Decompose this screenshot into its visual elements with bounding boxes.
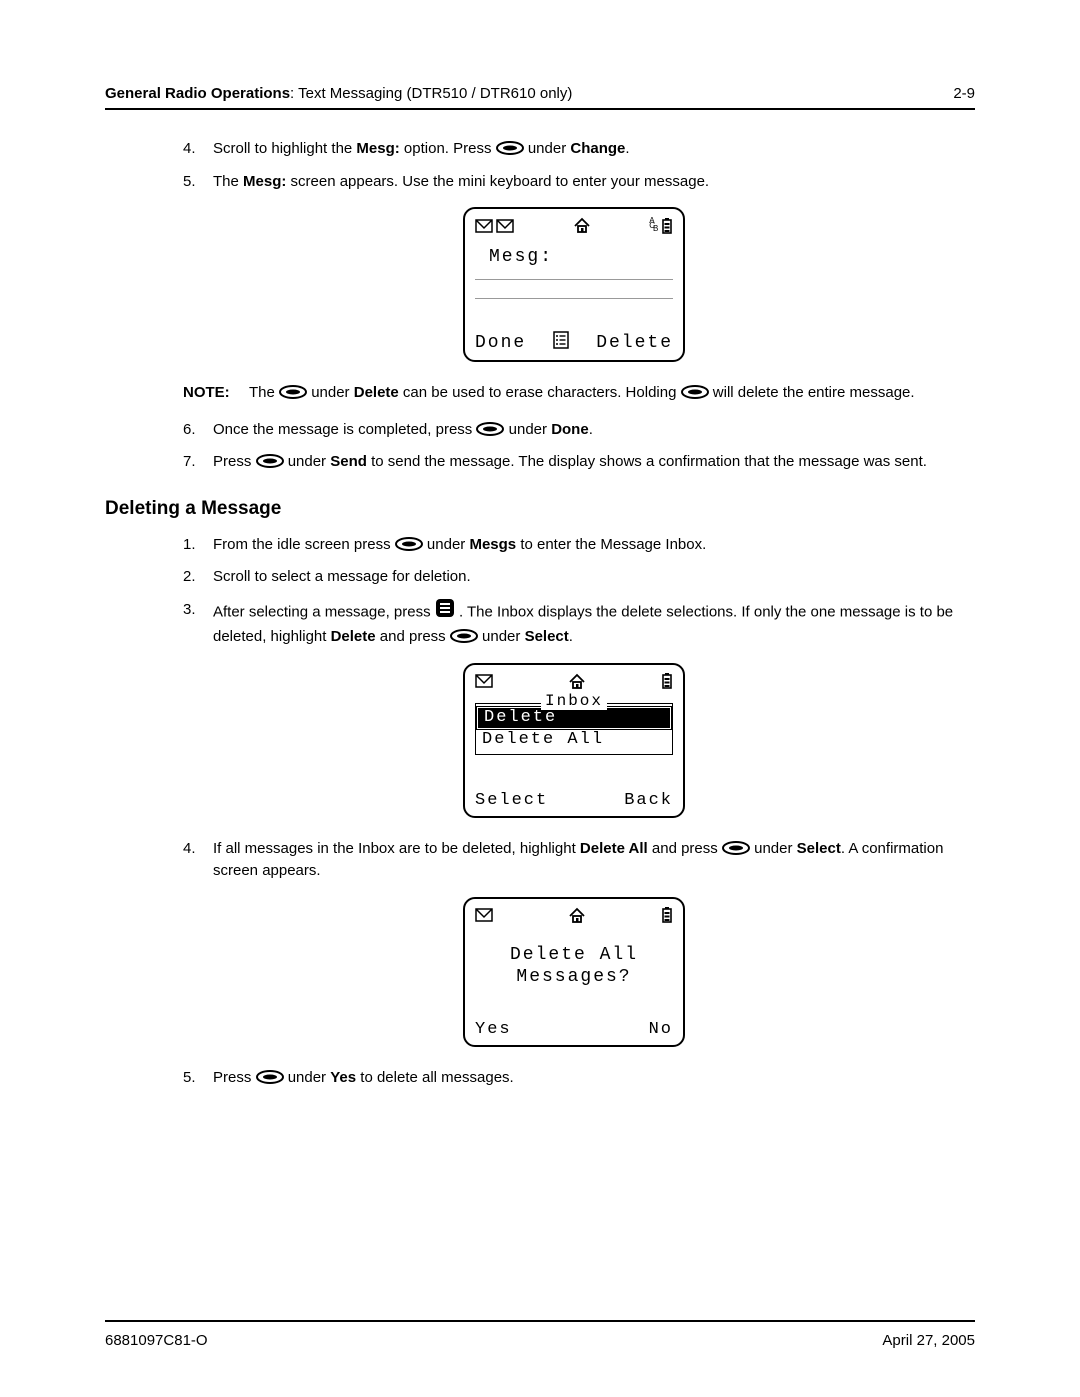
screen1-wrap: A C B Mesg: Done Delete [183, 207, 965, 362]
softkey-icon [395, 537, 423, 551]
home-icon [568, 907, 586, 929]
confirm-line1: Delete All [475, 945, 673, 965]
envelope-icon [475, 218, 493, 239]
steps-list-b: 6. Once the message is completed, press … [183, 419, 965, 474]
step-5e: 5. Press under Yes to delete all message… [183, 1067, 965, 1090]
step-num: 5. [183, 171, 213, 194]
battery-icon [661, 906, 673, 929]
steps-list-e: 5. Press under Yes to delete all message… [183, 1067, 965, 1090]
step-2c: 2. Scroll to select a message for deleti… [183, 566, 965, 589]
softkey-icon [450, 629, 478, 643]
page-footer: 6881097C81-O April 27, 2005 [105, 1332, 975, 1349]
footer-date: April 27, 2005 [882, 1332, 975, 1349]
step-text: Scroll to select a message for deletion. [213, 566, 965, 589]
page-header: General Radio Operations: Text Messaging… [105, 85, 975, 110]
envelope-icon [475, 673, 493, 694]
step-text: If all messages in the Inbox are to be d… [213, 838, 965, 883]
footer-rule [105, 1320, 975, 1322]
abc-indicator: A C B [649, 220, 655, 236]
header-section: General Radio Operations: Text Messaging… [105, 85, 572, 102]
doc-id: 6881097C81-O [105, 1332, 208, 1349]
step-text: After selecting a message, press . The I… [213, 599, 965, 649]
step-text: From the idle screen press under Mesgs t… [213, 534, 965, 557]
step-4d: 4. If all messages in the Inbox are to b… [183, 838, 965, 883]
note-text: The under Delete can be used to erase ch… [249, 382, 965, 405]
step-num: 5. [183, 1067, 213, 1090]
step-1c: 1. From the idle screen press under Mesg… [183, 534, 965, 557]
battery-icon [661, 217, 673, 240]
list-icon [553, 331, 569, 354]
softkey-icon [256, 454, 284, 468]
softkey-icon [722, 841, 750, 855]
step-num: 4. [183, 838, 213, 883]
step-num: 7. [183, 451, 213, 474]
note-label: NOTE: [183, 382, 249, 405]
step-4a: 4. Scroll to highlight the Mesg: option.… [183, 138, 965, 161]
step-text: The Mesg: screen appears. Use the mini k… [213, 171, 965, 194]
inbox-title: Inbox [541, 692, 607, 710]
steps-list-d: 4. If all messages in the Inbox are to b… [183, 838, 965, 883]
step-num: 6. [183, 419, 213, 442]
step-num: 1. [183, 534, 213, 557]
inbox-item-delete-all[interactable]: Delete All [476, 730, 672, 750]
screen2-wrap: Inbox Delete Delete All Select Back [183, 663, 965, 818]
steps-list-c: 1. From the idle screen press under Mesg… [183, 534, 965, 649]
step-7: 7. Press under Send to send the message.… [183, 451, 965, 474]
step-text: Press under Yes to delete all messages. [213, 1067, 965, 1090]
confirm-line2: Messages? [475, 967, 673, 987]
envelope-icon [496, 218, 514, 239]
header-section-bold: General Radio Operations [105, 85, 290, 102]
mesg-label: Mesg: [475, 247, 673, 267]
menu-button-icon [435, 598, 455, 626]
yes-softkey[interactable]: Yes [475, 1020, 512, 1039]
screen-mesg: A C B Mesg: Done Delete [463, 207, 685, 362]
softkey-icon [496, 141, 524, 155]
softkey-icon [279, 385, 307, 399]
step-num: 4. [183, 138, 213, 161]
screen3-wrap: Delete All Messages? Yes No [183, 897, 965, 1047]
inbox-item-delete[interactable]: Delete [477, 707, 671, 729]
done-softkey[interactable]: Done [475, 333, 526, 353]
softkey-icon [476, 422, 504, 436]
delete-softkey[interactable]: Delete [596, 333, 673, 353]
softkey-icon [256, 1070, 284, 1084]
step-6: 6. Once the message is completed, press … [183, 419, 965, 442]
screen-confirm: Delete All Messages? Yes No [463, 897, 685, 1047]
deleting-message-heading: Deleting a Message [105, 498, 965, 520]
step-num: 3. [183, 599, 213, 649]
battery-icon [661, 672, 673, 695]
back-softkey[interactable]: Back [624, 791, 673, 810]
step-text: Once the message is completed, press und… [213, 419, 965, 442]
inbox-menu: Inbox Delete Delete All [475, 703, 673, 756]
steps-list-a: 4. Scroll to highlight the Mesg: option.… [183, 138, 965, 193]
page-number: 2-9 [953, 85, 975, 102]
home-icon [573, 217, 591, 239]
step-text: Press under Send to send the message. Th… [213, 451, 965, 474]
step-num: 2. [183, 566, 213, 589]
step-3c: 3. After selecting a message, press . Th… [183, 599, 965, 649]
envelope-icon [475, 907, 493, 928]
softkey-icon [681, 385, 709, 399]
step-5a: 5. The Mesg: screen appears. Use the min… [183, 171, 965, 194]
no-softkey[interactable]: No [649, 1020, 673, 1039]
note-block: NOTE: The under Delete can be used to er… [183, 382, 965, 405]
select-softkey[interactable]: Select [475, 791, 548, 810]
screen-inbox: Inbox Delete Delete All Select Back [463, 663, 685, 818]
step-text: Scroll to highlight the Mesg: option. Pr… [213, 138, 965, 161]
header-section-rest: : Text Messaging (DTR510 / DTR610 only) [290, 85, 572, 102]
